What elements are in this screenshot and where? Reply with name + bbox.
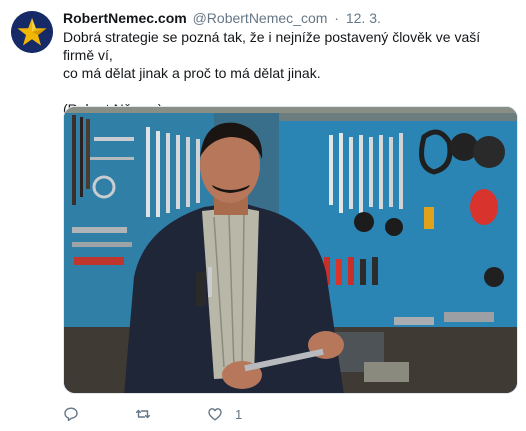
tweet-photo[interactable] xyxy=(63,106,518,394)
display-name[interactable]: RobertNemec.com xyxy=(63,10,187,26)
workshop-photo xyxy=(64,107,517,393)
tweet[interactable]: RobertNemec.com @RobertNemec_com · 12. 3… xyxy=(0,0,526,431)
reply-button[interactable] xyxy=(63,406,135,422)
tweet-text-line-1: Dobrá strategie se pozná tak, že i nejní… xyxy=(63,29,481,63)
retweet-button[interactable] xyxy=(135,406,207,422)
avatar[interactable] xyxy=(11,11,53,53)
star-logo-icon xyxy=(11,11,53,53)
tweet-header: RobertNemec.com @RobertNemec_com · 12. 3… xyxy=(63,9,381,27)
user-handle[interactable]: @RobertNemec_com xyxy=(193,10,328,26)
reply-icon xyxy=(64,407,78,422)
separator-dot: · xyxy=(334,10,339,26)
like-button[interactable]: 1 xyxy=(207,406,242,422)
tweet-text: Dobrá strategie se pozná tak, že i nejní… xyxy=(63,28,513,118)
tweet-text-line-2: co má dělat jinak a proč to má dělat jin… xyxy=(63,65,321,81)
tweet-actions: 1 xyxy=(63,404,242,424)
heart-icon xyxy=(208,408,222,421)
like-count: 1 xyxy=(235,406,243,422)
retweet-icon xyxy=(135,409,151,419)
timestamp[interactable]: 12. 3. xyxy=(346,10,381,26)
